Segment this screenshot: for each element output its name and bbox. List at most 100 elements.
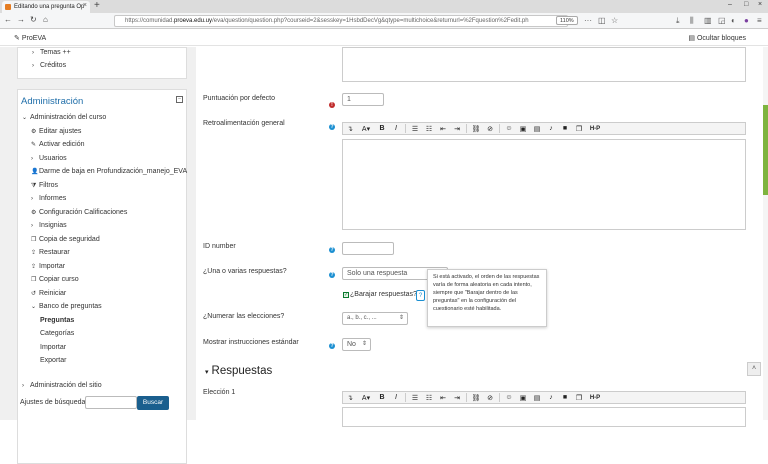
- indent-icon[interactable]: ⇥: [450, 125, 464, 133]
- admin-item[interactable]: ⌄ Banco de preguntas: [31, 303, 102, 310]
- bookmark-star-icon[interactable]: ☆: [611, 16, 618, 25]
- screenshot-icon[interactable]: ◲: [718, 16, 726, 25]
- admin-item[interactable]: ⚙ Editar ajustes: [31, 128, 81, 135]
- brand[interactable]: ✎ ProEVA: [14, 34, 46, 42]
- outdent-icon[interactable]: ⇤: [436, 394, 450, 402]
- admin-item[interactable]: ↺ Reiniciar: [31, 290, 66, 297]
- help-icon[interactable]: ?: [329, 247, 335, 253]
- more-icon[interactable]: ···: [584, 16, 592, 25]
- sidebar-icon[interactable]: ▥: [704, 16, 712, 25]
- admin-item[interactable]: Exportar: [40, 357, 66, 364]
- site-admin-link[interactable]: › Administración del sitio: [22, 382, 102, 389]
- reload-icon[interactable]: ↻: [30, 15, 37, 24]
- link-icon[interactable]: ⛓: [469, 394, 483, 402]
- help-icon-active[interactable]: ?: [416, 290, 425, 301]
- forward-icon[interactable]: →: [17, 15, 25, 24]
- dock-icon[interactable]: –: [176, 96, 183, 103]
- id-number-input[interactable]: [342, 242, 394, 255]
- h5p-icon[interactable]: H-P: [586, 126, 604, 132]
- media-icon[interactable]: ▤: [530, 394, 544, 402]
- show-instructions-select[interactable]: No ⇕: [342, 338, 371, 351]
- admin-item[interactable]: › Insignias: [31, 222, 67, 229]
- admin-item[interactable]: 👤Darme de baja en Profundización_manejo_…: [31, 168, 187, 175]
- browser-tab[interactable]: Editando una pregunta Op ×: [2, 1, 90, 13]
- help-icon[interactable]: ?: [329, 272, 335, 278]
- emoticon-icon[interactable]: ☺: [502, 125, 516, 132]
- admin-item[interactable]: › Informes: [31, 195, 66, 202]
- help-icon[interactable]: ?: [329, 124, 335, 130]
- shuffle-checkbox[interactable]: ✓: [343, 292, 349, 298]
- search-button[interactable]: Buscar: [137, 396, 169, 410]
- back-icon[interactable]: ←: [4, 15, 12, 24]
- new-tab-icon[interactable]: +: [94, 0, 100, 11]
- url-bar[interactable]: https://comunidad.proeva.edu.uy/eva/ques…: [114, 15, 568, 27]
- image-icon[interactable]: ▣: [516, 125, 530, 133]
- admin-item[interactable]: › Usuarios: [31, 155, 67, 162]
- question-text-area[interactable]: [342, 47, 746, 82]
- admin-item[interactable]: Preguntas: [40, 317, 74, 324]
- bullet-list-icon[interactable]: ☰: [408, 394, 422, 402]
- maximize-icon[interactable]: □: [744, 1, 748, 8]
- default-score-input[interactable]: 1: [342, 93, 384, 106]
- media-icon[interactable]: ▤: [530, 125, 544, 133]
- record-audio-icon[interactable]: ♪: [544, 394, 558, 401]
- admin-item[interactable]: ❐ Copiar curso: [31, 276, 79, 283]
- scroll-up-icon[interactable]: ˄: [747, 362, 761, 376]
- nav-item-temas[interactable]: › Temas ++: [32, 49, 71, 56]
- admin-item[interactable]: ⌄ Administración del curso: [22, 114, 106, 121]
- admin-item[interactable]: Categorías: [40, 330, 74, 337]
- downloads-icon[interactable]: ⤓: [676, 16, 680, 26]
- unlink-icon[interactable]: ⊘: [483, 125, 497, 133]
- italic-icon[interactable]: I: [389, 125, 403, 132]
- numbered-list-icon[interactable]: ☷: [422, 125, 436, 133]
- h5p-icon[interactable]: H-P: [586, 395, 604, 401]
- unlink-icon[interactable]: ⊘: [483, 394, 497, 402]
- record-audio-icon[interactable]: ♪: [544, 125, 558, 132]
- toggle-toolbar-icon[interactable]: ↴: [343, 125, 357, 133]
- numbered-list-icon[interactable]: ☷: [422, 394, 436, 402]
- record-video-icon[interactable]: ■: [558, 394, 572, 401]
- indent-icon[interactable]: ⇥: [450, 394, 464, 402]
- toggle-toolbar-icon[interactable]: ↴: [343, 394, 357, 402]
- admin-item[interactable]: ⧩ Filtros: [31, 182, 58, 190]
- menu-icon[interactable]: ≡: [757, 16, 762, 25]
- admin-item[interactable]: ✎ Activar edición: [31, 141, 85, 148]
- help-icon[interactable]: ?: [329, 343, 335, 349]
- general-feedback-editor[interactable]: [342, 139, 746, 230]
- admin-item[interactable]: ⇪ Importar: [31, 263, 65, 270]
- pocket-icon[interactable]: ◫: [598, 16, 606, 25]
- home-icon[interactable]: ⌂: [43, 15, 48, 24]
- bold-icon[interactable]: B: [375, 125, 389, 132]
- emoticon-icon[interactable]: ☺: [502, 394, 516, 401]
- font-style-icon[interactable]: A▾: [357, 394, 375, 402]
- numbering-select[interactable]: a., b., c., ... ⇕: [342, 312, 408, 325]
- addon-icon[interactable]: ●: [744, 16, 749, 25]
- admin-item[interactable]: ⇪ Restaurar: [31, 249, 70, 256]
- close-window-icon[interactable]: ×: [758, 1, 762, 8]
- hide-blocks-button[interactable]: ▤ Ocultar bloques: [688, 34, 746, 42]
- manage-files-icon[interactable]: ❐: [572, 125, 586, 133]
- outdent-icon[interactable]: ⇤: [436, 125, 450, 133]
- scrollbar-thumb[interactable]: [763, 105, 768, 195]
- library-icon[interactable]: ⫼: [690, 16, 694, 26]
- italic-icon[interactable]: I: [389, 394, 403, 401]
- extension-icon[interactable]: ◐: [731, 16, 736, 25]
- close-tab-icon[interactable]: ×: [83, 2, 87, 9]
- manage-files-icon[interactable]: ❐: [572, 394, 586, 402]
- minimize-icon[interactable]: –: [728, 1, 732, 8]
- link-icon[interactable]: ⛓: [469, 125, 483, 133]
- admin-item[interactable]: ❐ Copia de seguridad: [31, 236, 100, 243]
- bold-icon[interactable]: B: [375, 394, 389, 401]
- admin-item[interactable]: ⚙ Configuración Calificaciones: [31, 209, 127, 216]
- choice-1-editor[interactable]: [342, 407, 746, 427]
- page-scrollbar[interactable]: [763, 47, 768, 420]
- font-style-icon[interactable]: A▾: [357, 125, 375, 133]
- nav-item-creditos[interactable]: › Créditos: [32, 62, 66, 69]
- bullet-list-icon[interactable]: ☰: [408, 125, 422, 133]
- admin-item[interactable]: Importar: [40, 344, 66, 351]
- search-input[interactable]: [85, 396, 137, 409]
- answers-section-header[interactable]: ▾ Respuestas: [205, 365, 272, 377]
- image-icon[interactable]: ▣: [516, 394, 530, 402]
- record-video-icon[interactable]: ■: [558, 125, 572, 132]
- zoom-level[interactable]: 110%: [556, 16, 578, 25]
